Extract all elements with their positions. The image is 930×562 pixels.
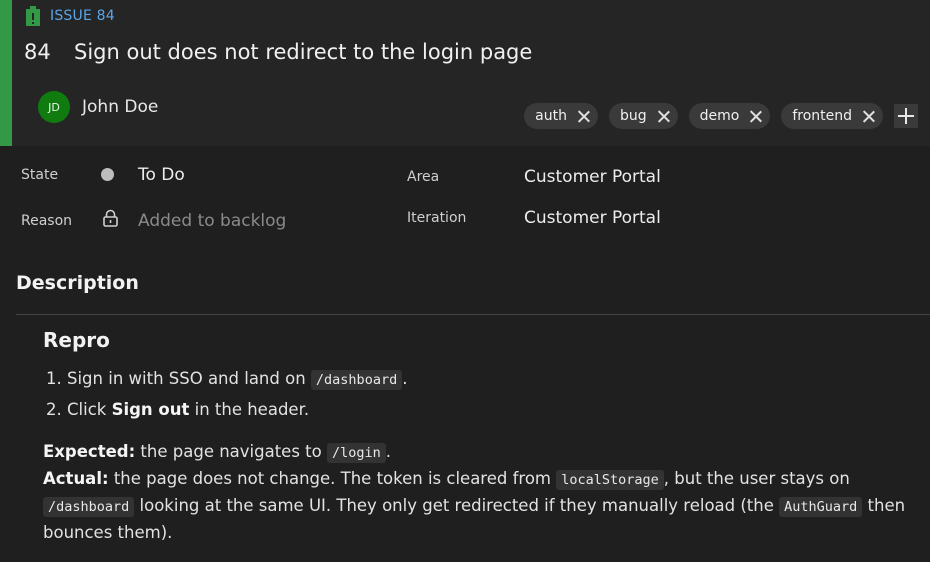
area-dropdown[interactable]: Customer Portal xyxy=(524,167,661,187)
issue-header: ISSUE 84 84 Sign out does not redirect t… xyxy=(0,0,930,146)
close-icon[interactable] xyxy=(577,110,590,123)
tag-list: auth bug demo frontend xyxy=(524,103,918,129)
plus-icon[interactable] xyxy=(894,104,918,128)
assignee-name: John Doe xyxy=(82,97,159,117)
clipboard-icon xyxy=(26,6,40,26)
area-label: Area xyxy=(407,169,440,185)
inline-code: localStorage xyxy=(556,470,664,490)
tag-frontend[interactable]: frontend xyxy=(781,103,883,129)
list-item: Sign in with SSO and land on /dashboard. xyxy=(67,364,923,395)
close-icon[interactable] xyxy=(657,110,670,123)
close-icon[interactable] xyxy=(749,110,762,123)
issue-type-label: ISSUE 84 xyxy=(50,8,115,24)
inline-code: /dashboard xyxy=(43,497,135,517)
state-dot-icon xyxy=(101,168,114,181)
field-grid: State To Do Reason Added to backlog Area… xyxy=(0,146,930,246)
tag-auth[interactable]: auth xyxy=(524,103,598,129)
repro-heading: Repro xyxy=(43,328,110,352)
tag-demo[interactable]: demo xyxy=(688,103,771,129)
description-body[interactable]: Repro Sign in with SSO and land on /dash… xyxy=(43,328,923,545)
bold-text: Sign out xyxy=(111,400,190,419)
lock-icon xyxy=(103,209,118,227)
reason-dropdown[interactable]: Added to backlog xyxy=(138,211,286,231)
issue-number: 84 xyxy=(24,40,51,64)
assignee[interactable]: JD John Doe xyxy=(38,91,158,123)
inline-code: /login xyxy=(326,443,386,463)
divider xyxy=(16,314,930,315)
state-dropdown[interactable]: To Do xyxy=(138,165,185,185)
list-item: Click Sign out in the header. xyxy=(67,395,923,425)
description-header: Description xyxy=(16,272,139,294)
close-icon[interactable] xyxy=(862,110,875,123)
reason-label: Reason xyxy=(21,213,73,229)
issue-type: ISSUE 84 xyxy=(26,6,115,26)
tag-bug[interactable]: bug xyxy=(608,103,678,129)
iteration-label: Iteration xyxy=(407,210,467,226)
inline-code: AuthGuard xyxy=(779,497,863,517)
issue-type-color-bar xyxy=(0,0,12,146)
issue-title[interactable]: Sign out does not redirect to the login … xyxy=(74,40,532,64)
tag-label: frontend xyxy=(792,108,852,124)
tag-label: bug xyxy=(619,108,647,124)
expected-paragraph: Expected: the page navigates to /login. A… xyxy=(43,442,906,542)
iteration-dropdown[interactable]: Customer Portal xyxy=(524,208,661,228)
state-label: State xyxy=(21,167,59,183)
inline-code: /dashboard xyxy=(310,370,403,390)
title-row: 84 Sign out does not redirect to the log… xyxy=(24,40,532,64)
repro-steps: Sign in with SSO and land on /dashboard.… xyxy=(43,364,923,425)
avatar: JD xyxy=(38,91,70,123)
tag-label: demo xyxy=(699,108,740,124)
tag-label: auth xyxy=(535,108,567,124)
